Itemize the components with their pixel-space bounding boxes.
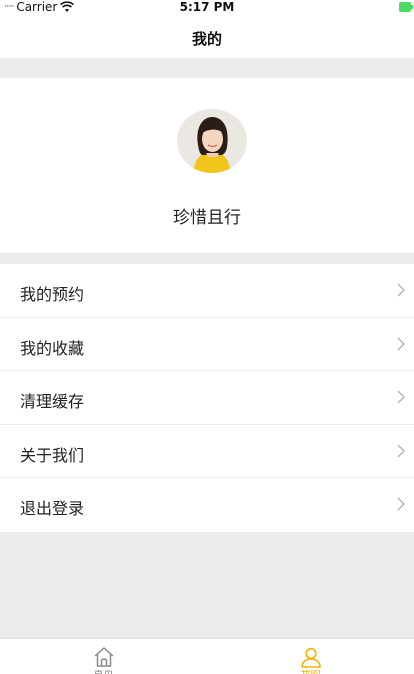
tab-mine[interactable]: 我的 [207,639,414,674]
profile-card: 珍惜且行 [0,78,414,253]
menu-item-label: 退出登录 [20,499,85,518]
username: 珍惜且行 [173,208,241,228]
chevron-right-icon [397,497,405,511]
avatar-photo [177,109,247,173]
menu-item-label: 清理缓存 [20,392,85,411]
avatar[interactable] [177,109,247,173]
chevron-right-icon [397,444,405,457]
menu-item-label: 我的收藏 [20,338,85,358]
page-title: 我的 [191,30,222,48]
menu-item-label: 我的预约 [20,285,85,304]
home-icon [94,647,114,667]
tab-home[interactable]: 首页 [0,639,207,674]
menu-item-my-appointments[interactable]: 我的预约 [0,264,414,318]
chevron-right-icon [397,337,405,350]
user-icon [301,647,321,668]
menu-item-my-favorites[interactable]: 我的收藏 [0,318,414,371]
tab-home-label: 首页 [0,670,207,674]
chevron-right-icon [397,283,405,297]
navigation-bar: 我的 [0,16,414,58]
status-time: 5:17 PM [179,0,235,14]
settings-menu: 我的预约 我的收藏 清理缓存 关于我们 退出登录 [0,264,414,532]
tab-bar: 首页 我的 [0,638,414,674]
tab-mine-label: 我的 [207,670,414,674]
menu-item-clear-cache[interactable]: 清理缓存 [0,371,414,425]
battery-icon [399,2,413,12]
menu-item-about-us[interactable]: 关于我们 [0,425,414,478]
status-bar: ····· Carrier 5:17 PM [0,0,414,16]
menu-item-logout[interactable]: 退出登录 [0,478,414,532]
menu-item-label: 关于我们 [20,445,85,465]
chevron-right-icon [397,390,405,404]
